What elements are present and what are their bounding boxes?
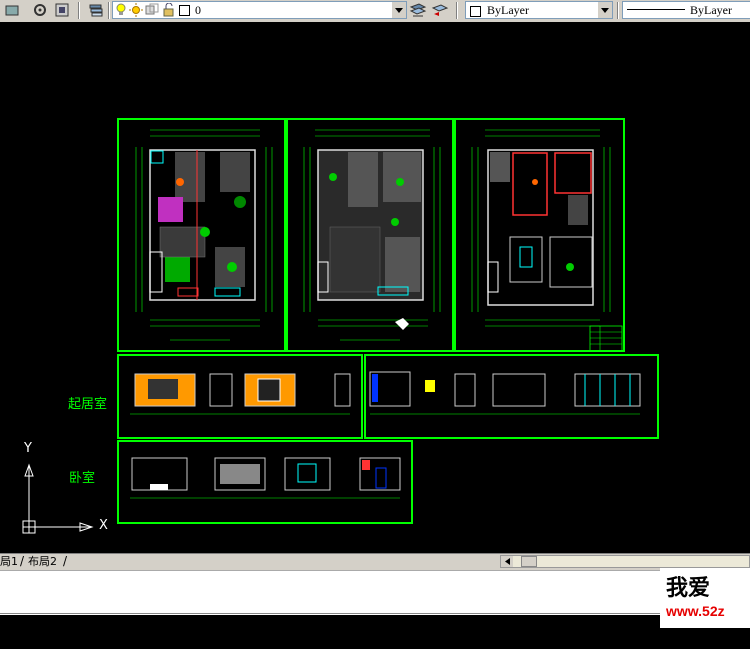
color-combo[interactable]: ByLayer bbox=[465, 1, 613, 19]
command-window[interactable] bbox=[0, 570, 665, 615]
lightbulb-icon bbox=[115, 3, 127, 21]
layout-tab-bar: 局1 / 布局2 / bbox=[0, 553, 750, 570]
living-room-elevations[interactable] bbox=[117, 354, 659, 439]
scroll-left-button[interactable] bbox=[501, 556, 513, 567]
drawing-canvas[interactable]: 起居室 卧室 Y X bbox=[0, 22, 750, 552]
layer-name: 0 bbox=[195, 3, 201, 17]
tool-button-a[interactable] bbox=[2, 1, 22, 19]
horizontal-scrollbar[interactable] bbox=[500, 555, 750, 568]
chevron-down-icon[interactable] bbox=[598, 2, 612, 18]
color-swatch bbox=[470, 5, 481, 17]
properties-toolbar: 0 ByLayer ByLayer bbox=[0, 0, 750, 23]
gear-icon[interactable] bbox=[30, 1, 50, 19]
linetype-combo[interactable]: ByLayer bbox=[622, 1, 750, 19]
ucs-x-label: X bbox=[99, 518, 108, 533]
model-space bbox=[22, 118, 659, 534]
color-value: ByLayer bbox=[487, 3, 529, 17]
floor-plan-2[interactable] bbox=[286, 118, 454, 352]
make-layer-current-icon[interactable] bbox=[408, 1, 428, 19]
sun-icon bbox=[129, 3, 143, 21]
viewport-freeze-icon bbox=[145, 3, 159, 21]
linetype-value: ByLayer bbox=[690, 3, 732, 17]
scroll-thumb[interactable] bbox=[521, 556, 537, 567]
watermark-brand-text: 我爱 bbox=[666, 575, 711, 601]
watermark-brand: 我爱 bbox=[666, 570, 710, 602]
tab-layout2[interactable]: 布局2 bbox=[28, 555, 57, 569]
label-living-room: 起居室 bbox=[68, 397, 108, 412]
bedroom-elevations[interactable] bbox=[117, 440, 413, 524]
floor-plan-1[interactable] bbox=[117, 118, 286, 352]
watermark-logo: 我爱 www.52z bbox=[660, 568, 750, 628]
floor-plan-3[interactable] bbox=[454, 118, 625, 352]
status-strip bbox=[0, 632, 750, 649]
ucs-y-label: Y bbox=[24, 441, 32, 456]
tab-separator: / bbox=[20, 554, 25, 568]
layer-combo[interactable]: 0 bbox=[112, 1, 407, 19]
tab-separator: / bbox=[63, 554, 68, 568]
watermark-url: www.52z bbox=[666, 603, 725, 619]
layer-previous-icon[interactable] bbox=[430, 1, 450, 19]
chevron-down-icon[interactable] bbox=[392, 2, 406, 18]
label-bedroom: 卧室 bbox=[69, 471, 96, 486]
command-divider bbox=[0, 613, 665, 614]
design-center-icon[interactable] bbox=[52, 1, 72, 19]
layer-manager-icon[interactable] bbox=[86, 1, 106, 19]
lock-icon bbox=[163, 2, 175, 21]
tab-layout1[interactable]: 局1 bbox=[0, 555, 18, 569]
linetype-sample bbox=[627, 9, 685, 10]
layer-color-swatch bbox=[179, 5, 190, 16]
